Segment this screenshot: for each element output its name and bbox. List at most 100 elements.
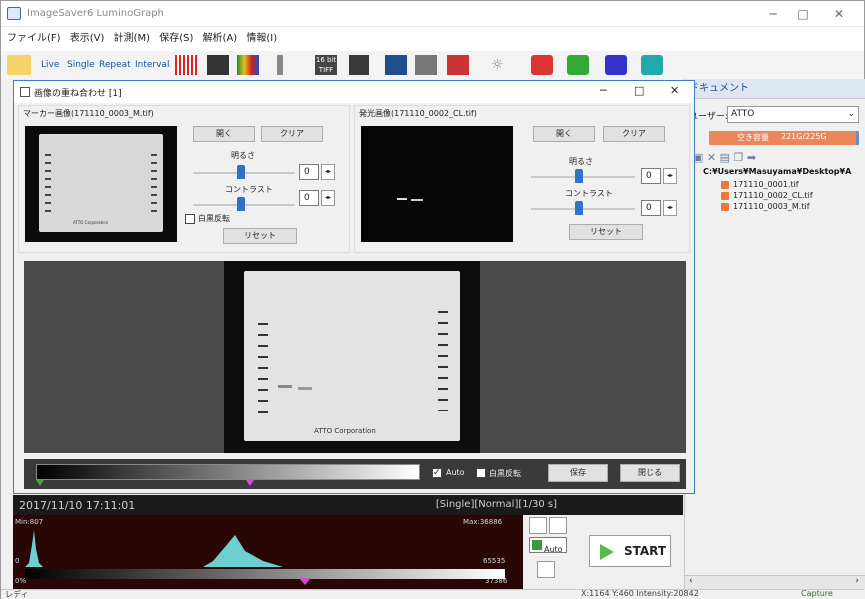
dialog-close-action-button[interactable]: 閉じる: [620, 464, 680, 482]
dialog-save-button[interactable]: 保存: [548, 464, 608, 482]
properties-icon[interactable]: ▤: [720, 151, 730, 164]
lumi-contrast-input[interactable]: 0: [641, 200, 661, 216]
overlay-icon[interactable]: [447, 55, 469, 75]
maximize-button[interactable]: □: [783, 4, 823, 24]
marker-ladder-left: [45, 154, 51, 214]
menu-file[interactable]: ファイル(F): [7, 27, 61, 51]
dialog-minimize-button[interactable]: ─: [600, 84, 607, 97]
marker-panel: マーカー画像(171110_0003_M.tif) ATTO Corporati…: [18, 105, 350, 253]
color-bar-icon[interactable]: [237, 55, 259, 75]
sun-icon[interactable]: ☼: [491, 55, 513, 75]
intensity-gradient[interactable]: [36, 464, 420, 480]
scroll-right-icon[interactable]: ›: [855, 576, 859, 586]
lumi-open-button[interactable]: 開く: [533, 126, 595, 142]
green-filter-icon[interactable]: [567, 55, 589, 75]
interval-button[interactable]: Interval: [135, 55, 169, 75]
menu-measure[interactable]: 計測(M): [114, 27, 150, 51]
file-name: 171110_0001.tif: [733, 180, 799, 189]
marker-contrast-input[interactable]: 0: [299, 190, 319, 206]
document-panel: ドキュメント ユーザー: ATTO ⌄ 空き容量 221G/225G ▣ ✕ ▤…: [684, 79, 865, 599]
delete-icon[interactable]: ✕: [707, 151, 716, 164]
lumi-brightness-thumb[interactable]: [575, 169, 583, 183]
auto-button[interactable]: Auto: [529, 537, 567, 554]
dialog-auto-checkbox[interactable]: ✓: [432, 468, 442, 478]
overlay-gel: ATTO Corporation: [244, 271, 460, 441]
blue-filter-icon[interactable]: [605, 55, 627, 75]
lumi-brightness-input[interactable]: 0: [641, 168, 661, 184]
open-folder-icon[interactable]: [7, 55, 31, 75]
single-button[interactable]: Single: [67, 55, 95, 75]
lumi-thumbnail[interactable]: [361, 126, 513, 242]
gradient-high-marker[interactable]: [246, 480, 254, 486]
tiff-bit-icon[interactable]: 16 bit TIFF: [315, 55, 337, 75]
panel-tools: ▣ ✕ ▤ ❐ ➡: [693, 151, 756, 164]
tree-file[interactable]: 171110_0003_M.tif: [721, 201, 851, 212]
lumi-clear-button[interactable]: クリア: [603, 126, 665, 142]
file-name: 171110_0003_M.tif: [733, 202, 810, 211]
grid-icon[interactable]: [175, 55, 197, 75]
capacity-value: 221G/225G: [781, 132, 827, 141]
marker-invert-checkbox[interactable]: [185, 214, 195, 224]
copy-icon[interactable]: ❐: [734, 151, 744, 164]
auto-check-icon: [532, 540, 542, 550]
marker-contrast-thumb[interactable]: [237, 197, 245, 211]
marker-brightness-spinner[interactable]: ◂▸: [321, 164, 335, 180]
marker-brightness-thumb[interactable]: [237, 165, 245, 179]
marker-contrast-spinner[interactable]: ◂▸: [321, 190, 335, 206]
cyan-filter-icon[interactable]: [641, 55, 663, 75]
overlay-ladder-left: [258, 323, 268, 415]
menu-save[interactable]: 保存(S): [159, 27, 193, 51]
lumi-contrast-spinner[interactable]: ◂▸: [663, 200, 677, 216]
image-icon[interactable]: [415, 55, 437, 75]
close-button[interactable]: ✕: [819, 4, 859, 24]
marker-open-button[interactable]: 開く: [193, 126, 255, 142]
menu-view[interactable]: 表示(V): [70, 27, 105, 51]
lumi-reset-button[interactable]: リセット: [569, 224, 643, 240]
tif-file-icon: [721, 180, 729, 189]
red-filter-icon[interactable]: [531, 55, 553, 75]
marker-thumb-caption: ATTO Corporation: [73, 220, 109, 225]
menu-info[interactable]: 情報(I): [246, 27, 277, 51]
live-view-panel: 2017/11/10 17:11:01 [Single][Normal][1/3…: [13, 495, 683, 589]
marker-brightness-slider[interactable]: [193, 165, 295, 179]
dialog-invert-checkbox[interactable]: [476, 468, 486, 478]
lumi-contrast-slider[interactable]: [531, 201, 635, 215]
status-capture: Capture: [801, 589, 833, 598]
document-panel-header: ドキュメント: [685, 79, 865, 99]
marker-clear-button[interactable]: クリア: [261, 126, 323, 142]
dropper-icon[interactable]: [537, 561, 555, 578]
scroll-left-icon[interactable]: ‹: [689, 576, 693, 586]
horizontal-scrollbar[interactable]: ‹ ›: [685, 575, 865, 589]
tree-file[interactable]: 171110_0001.tif: [721, 179, 851, 190]
lumi-brightness-spinner[interactable]: ◂▸: [663, 168, 677, 184]
repeat-button[interactable]: Repeat: [99, 55, 131, 75]
lumi-brightness-slider[interactable]: [531, 169, 635, 183]
tree-file[interactable]: 171110_0002_CL.tif: [721, 190, 851, 201]
overlay-ladder-right: [438, 311, 448, 411]
chevron-down-icon: ⌄: [847, 109, 855, 119]
lumi-contrast-label: コントラスト: [565, 189, 613, 198]
monitor-icon[interactable]: [385, 55, 407, 75]
menu-analysis[interactable]: 解析(A): [203, 27, 238, 51]
gamma-curve-icon[interactable]: [549, 517, 567, 534]
camera-icon[interactable]: [207, 55, 229, 75]
dialog-maximize-button[interactable]: □: [634, 84, 644, 97]
marker-thumbnail[interactable]: ATTO Corporation: [25, 126, 177, 242]
live-button[interactable]: Live: [41, 55, 59, 75]
marker-brightness-input[interactable]: 0: [299, 164, 319, 180]
status-ready: レディ: [5, 590, 29, 599]
tree-root-folder[interactable]: C:¥Users¥Masuyama¥Desktop¥A: [703, 165, 851, 179]
arrow-right-icon[interactable]: ➡: [747, 151, 756, 164]
marker-brightness-label: 明るさ: [231, 151, 255, 160]
gradient-low-marker[interactable]: [36, 480, 44, 486]
marker-contrast-slider[interactable]: [193, 197, 295, 211]
linear-curve-icon[interactable]: [529, 517, 547, 534]
marker-invert-label: 白黒反転: [198, 214, 230, 223]
lumi-contrast-thumb[interactable]: [575, 201, 583, 215]
start-button[interactable]: START: [589, 535, 671, 567]
user-select[interactable]: ATTO ⌄: [727, 106, 859, 123]
dialog-close-button[interactable]: ✕: [670, 84, 679, 97]
save-disk-icon[interactable]: [349, 55, 369, 75]
marker-reset-button[interactable]: リセット: [223, 228, 297, 244]
overlay-image[interactable]: ATTO Corporation: [224, 261, 480, 453]
